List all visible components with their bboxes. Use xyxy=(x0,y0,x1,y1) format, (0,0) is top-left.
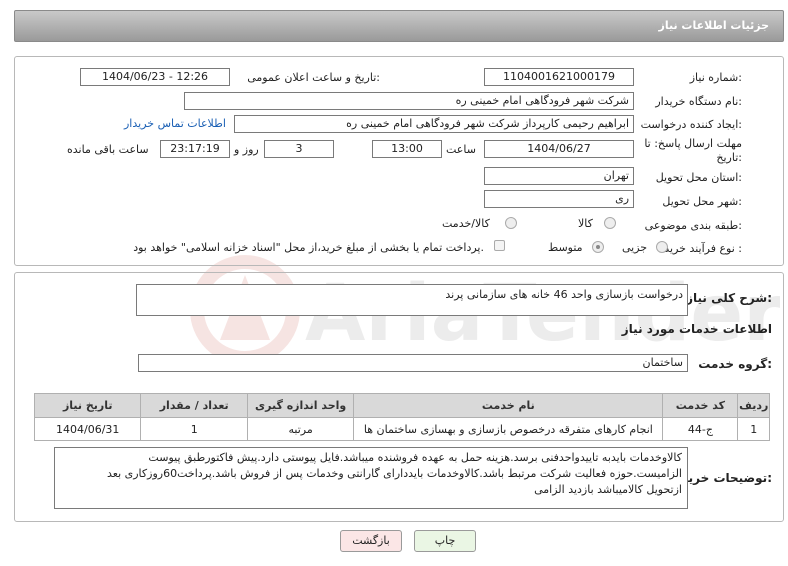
info-panel xyxy=(14,56,784,266)
announce-field: 1404/06/23 - 12:26 xyxy=(80,68,230,86)
service-group-field: ساختمان xyxy=(138,354,688,372)
page-header: جزئیات اطلاعات نیاز xyxy=(14,10,784,42)
print-button[interactable]: چاپ xyxy=(414,530,476,552)
buyer-notes-line-2: الزامیست.حوزه فعالیت شرکت مرتبط باشد.کال… xyxy=(107,467,682,480)
city-field: ری xyxy=(484,190,634,208)
cell-unit: مرتبه xyxy=(246,417,355,441)
table-header-row: ردیف کد خدمت نام خدمت واحد اندازه گیری ت… xyxy=(33,393,770,418)
summary-field: درخواست بازسازی واحد 46 خانه های سازمانی… xyxy=(136,284,688,316)
deadline-time-field: 13:00 xyxy=(372,140,442,158)
buyer-notes-line-3: ازتحویل کالامیباشد بازدید الزامی xyxy=(534,483,682,496)
creator-field: ابراهیم رحیمی کارپرداز شرکت شهر فرودگاهی… xyxy=(234,115,634,133)
buyer-contact-link[interactable]: اطلاعات تماس خریدار xyxy=(124,117,226,130)
back-button[interactable]: بازگشت xyxy=(340,530,402,552)
need-number-label: شماره نیاز: xyxy=(689,71,742,84)
category-goods-label: کالا xyxy=(578,217,593,230)
services-section-title: اطلاعات خدمات مورد نیاز xyxy=(621,322,772,336)
announce-label: تاریخ و ساعت اعلان عمومی: xyxy=(247,71,380,84)
process-label: نوع فرآیند خرید : xyxy=(664,242,742,255)
col-date-header: تاریخ نیاز xyxy=(33,393,142,418)
col-unit-header: واحد اندازه گیری xyxy=(246,393,355,418)
province-field: تهران xyxy=(484,167,634,185)
services-table: ردیف کد خدمت نام خدمت واحد اندازه گیری ت… xyxy=(33,393,770,441)
treasury-payment-note: پرداخت تمام یا بخشی از مبلغ خرید،از محل … xyxy=(133,241,484,254)
cell-date: 1404/06/31 xyxy=(33,417,142,441)
buyer-notes-line-1: کالاوخدمات بایدبه تاییدواحدفنی برسد.هزین… xyxy=(148,451,682,464)
deadline-label-2: تاریخ: xyxy=(716,151,742,164)
process-medium-radio[interactable] xyxy=(592,241,604,253)
table-row: 1 ج-44 انجام کارهای متفرقه درخصوص بازساز… xyxy=(33,417,770,441)
process-minor-radio[interactable] xyxy=(656,241,668,253)
buyer-org-field: شرکت شهر فرودگاهی امام خمینی ره xyxy=(184,92,634,110)
cell-qty: 1 xyxy=(140,417,248,441)
buyer-notes-box: کالاوخدمات بایدبه تاییدواحدفنی برسد.هزین… xyxy=(54,447,688,509)
city-label: شهر محل تحویل: xyxy=(662,195,742,208)
cell-code: ج-44 xyxy=(662,417,739,441)
remaining-time-field: 23:17:19 xyxy=(160,140,230,158)
process-minor-label: جزیی xyxy=(622,241,648,254)
cell-row: 1 xyxy=(737,417,770,441)
summary-label: شرح کلی نیاز: xyxy=(686,291,772,305)
remaining-label: ساعت باقی مانده xyxy=(67,143,149,156)
days-label: روز و xyxy=(234,143,259,156)
category-goods-services-radio[interactable] xyxy=(505,217,517,229)
buyer-org-label: نام دستگاه خریدار: xyxy=(655,95,742,108)
creator-label: ایجاد کننده درخواست: xyxy=(640,118,742,131)
category-goods-services-label: کالا/خدمت xyxy=(442,217,490,230)
col-row-header: ردیف xyxy=(737,393,770,418)
treasury-payment-checkbox[interactable] xyxy=(494,240,505,251)
page-title: جزئیات اطلاعات نیاز xyxy=(658,19,770,32)
category-goods-radio[interactable] xyxy=(604,217,616,229)
process-medium-label: متوسط xyxy=(548,241,583,254)
col-code-header: کد خدمت xyxy=(662,393,739,418)
category-label: طبقه بندی موضوعی: xyxy=(644,219,742,232)
deadline-time-label: ساعت xyxy=(446,143,476,156)
need-number-field: 1104001621000179 xyxy=(484,68,634,86)
province-label: استان محل تحویل: xyxy=(655,171,742,184)
col-name-header: نام خدمت xyxy=(353,393,664,418)
cell-name: انجام کارهای متفرقه درخصوص بازسازی و بهس… xyxy=(353,417,664,441)
service-group-label: گروه خدمت: xyxy=(698,357,772,371)
deadline-date-field: 1404/06/27 xyxy=(484,140,634,158)
col-qty-header: تعداد / مقدار xyxy=(140,393,248,418)
deadline-label-1: مهلت ارسال پاسخ: تا xyxy=(644,137,742,150)
days-field: 3 xyxy=(264,140,334,158)
